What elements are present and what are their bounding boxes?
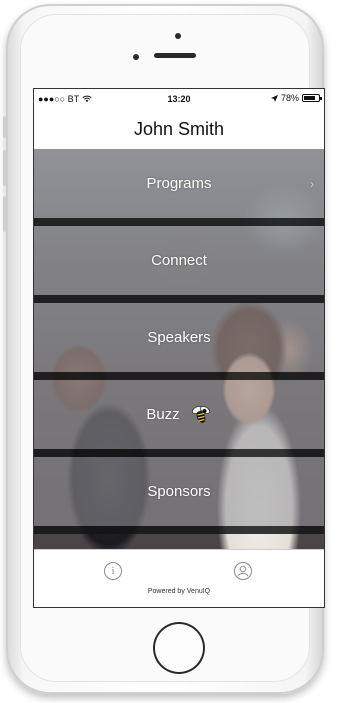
menu-item-label: Speakers: [147, 329, 211, 346]
menu-item-label: Programs: [146, 175, 212, 192]
volume-down-button: [3, 196, 6, 232]
footer: i Powered by VenuIQ: [34, 549, 324, 607]
main-menu: Programs › Connect Speakers Buzz Sponsor…: [34, 149, 324, 549]
menu-item-connect[interactable]: Connect: [34, 226, 324, 295]
chevron-right-icon: ›: [310, 177, 314, 191]
status-bar: ●●●○○ BT 13:20 78%: [34, 89, 324, 109]
menu-item-label: Sponsors: [147, 483, 211, 500]
menu-divider: [34, 449, 324, 457]
bee-icon: [191, 405, 210, 423]
info-icon[interactable]: i: [104, 562, 122, 580]
home-button[interactable]: [153, 622, 205, 674]
menu-item-speakers[interactable]: Speakers: [34, 303, 324, 372]
menu-item-buzz[interactable]: Buzz: [34, 380, 324, 449]
battery-icon: [302, 94, 322, 102]
status-right: 78%: [270, 93, 322, 103]
mute-switch: [3, 116, 6, 138]
menu-divider: [34, 526, 324, 534]
powered-by-label: Powered by VenuIQ: [147, 588, 211, 595]
battery-percent: 78%: [280, 93, 299, 103]
menu-item-label: Buzz: [146, 406, 180, 423]
menu-item-programs[interactable]: Programs ›: [34, 149, 324, 218]
menu-item-sponsors[interactable]: Sponsors: [34, 457, 324, 526]
menu-divider: [34, 372, 324, 380]
menu-divider: [34, 218, 324, 226]
nav-bar: John Smith: [34, 109, 324, 150]
menu-item-label: Connect: [151, 252, 207, 269]
user-glyph: [237, 565, 249, 577]
battery-fill: [304, 96, 315, 100]
page-title: John Smith: [133, 118, 225, 139]
front-camera: [175, 33, 181, 39]
location-arrow-icon: [270, 94, 278, 102]
app-screen: ●●●○○ BT 13:20 78% John Smith Programs ›: [34, 89, 324, 607]
menu-divider: [34, 295, 324, 303]
proximity-sensor: [133, 54, 139, 60]
volume-up-button: [3, 150, 6, 186]
earpiece-speaker: [154, 53, 196, 58]
user-icon[interactable]: [234, 562, 252, 580]
